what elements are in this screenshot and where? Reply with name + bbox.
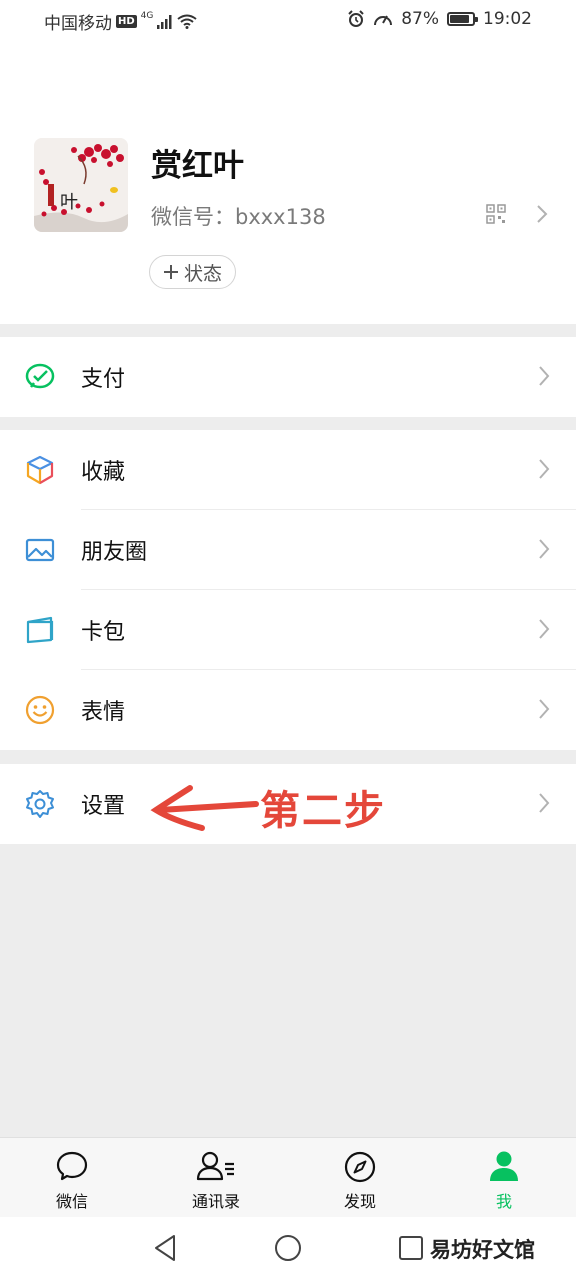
chevron-right-icon bbox=[539, 793, 550, 813]
add-status-button[interactable]: 状态 bbox=[149, 255, 237, 289]
qr-code-icon[interactable] bbox=[486, 204, 506, 224]
tab-chats[interactable]: 微信 bbox=[0, 1138, 144, 1218]
gear-icon bbox=[26, 790, 54, 818]
tab-label: 通讯录 bbox=[191, 1192, 240, 1211]
pay-group: 支付 bbox=[0, 337, 576, 417]
chevron-right-icon bbox=[539, 619, 550, 639]
moments-picture-icon bbox=[25, 538, 55, 562]
card-wallet-icon bbox=[26, 616, 54, 644]
hd-badge: HD bbox=[116, 15, 137, 28]
wechat-id: 微信号：bxxx138 bbox=[151, 205, 326, 229]
battery-fill bbox=[450, 15, 470, 23]
menu-item-label: 支付 bbox=[81, 367, 126, 392]
plus-icon bbox=[164, 265, 178, 279]
menu-item-cards[interactable]: 卡包 bbox=[0, 590, 576, 670]
speed-gauge-icon bbox=[374, 15, 393, 26]
services-group: 收藏 朋友圈 卡包 表情 bbox=[0, 430, 576, 750]
menu-item-moments[interactable]: 朋友圈 bbox=[0, 510, 576, 590]
contacts-icon bbox=[196, 1151, 234, 1181]
chevron-right-icon bbox=[539, 459, 550, 479]
carrier-label: 中国移动 bbox=[44, 14, 112, 34]
avatar-caption: 叶 bbox=[60, 192, 78, 213]
chevron-right-icon bbox=[537, 205, 548, 223]
annotation-step-label: 第二步 bbox=[260, 788, 386, 834]
status-bar: 中国移动 HD 4G 87% 19:02 bbox=[0, 0, 576, 40]
compass-icon bbox=[344, 1151, 376, 1183]
profile-header[interactable]: 叶 赏红叶 微信号：bxxx138 状态 bbox=[0, 40, 576, 324]
person-icon bbox=[490, 1151, 518, 1181]
battery-icon bbox=[447, 12, 478, 26]
tab-me[interactable]: 我 bbox=[432, 1138, 576, 1218]
smiley-face-icon bbox=[25, 695, 55, 725]
chat-bubble-icon bbox=[56, 1151, 88, 1181]
avatar[interactable]: 叶 bbox=[34, 138, 128, 232]
menu-item-stickers[interactable]: 表情 bbox=[0, 670, 576, 750]
chevron-right-icon bbox=[539, 539, 550, 559]
battery-percent: 87% bbox=[401, 9, 439, 29]
menu-item-label: 卡包 bbox=[81, 620, 126, 645]
menu-item-label: 表情 bbox=[81, 700, 126, 725]
back-triangle-icon[interactable] bbox=[152, 1233, 178, 1263]
recents-square-icon[interactable] bbox=[398, 1233, 424, 1263]
menu-item-label: 朋友圈 bbox=[81, 540, 148, 565]
menu-item-label: 设置 bbox=[81, 794, 126, 819]
status-button-label: 状态 bbox=[184, 262, 223, 285]
wechat-pay-icon bbox=[25, 363, 55, 389]
signal-icon bbox=[157, 14, 172, 29]
alarm-icon bbox=[348, 10, 364, 27]
watermark-text: 易坊好文馆 bbox=[430, 1238, 535, 1262]
tab-label: 我 bbox=[495, 1192, 512, 1211]
tab-contacts[interactable]: 通讯录 bbox=[144, 1138, 288, 1218]
status-right: 87% 19:02 bbox=[347, 9, 532, 29]
tab-label: 微信 bbox=[55, 1192, 88, 1211]
tab-label: 发现 bbox=[343, 1192, 376, 1211]
status-left: 中国移动 HD 4G bbox=[44, 9, 197, 34]
tab-discover[interactable]: 发现 bbox=[288, 1138, 432, 1218]
home-circle-icon[interactable] bbox=[274, 1233, 302, 1263]
nickname: 赏红叶 bbox=[151, 148, 244, 184]
clock: 19:02 bbox=[483, 9, 532, 29]
chevron-right-icon bbox=[539, 699, 550, 719]
menu-item-pay[interactable]: 支付 bbox=[0, 337, 576, 417]
favorites-cube-icon bbox=[26, 455, 54, 485]
menu-item-label: 收藏 bbox=[81, 460, 126, 485]
menu-item-favorites[interactable]: 收藏 bbox=[0, 430, 576, 510]
bottom-tab-bar: 微信 通讯录 发现 我 bbox=[0, 1137, 576, 1218]
avatar-image bbox=[34, 138, 128, 232]
network-type-label: 4G bbox=[140, 10, 154, 21]
wifi-icon bbox=[177, 14, 197, 29]
chevron-right-icon bbox=[539, 366, 550, 386]
